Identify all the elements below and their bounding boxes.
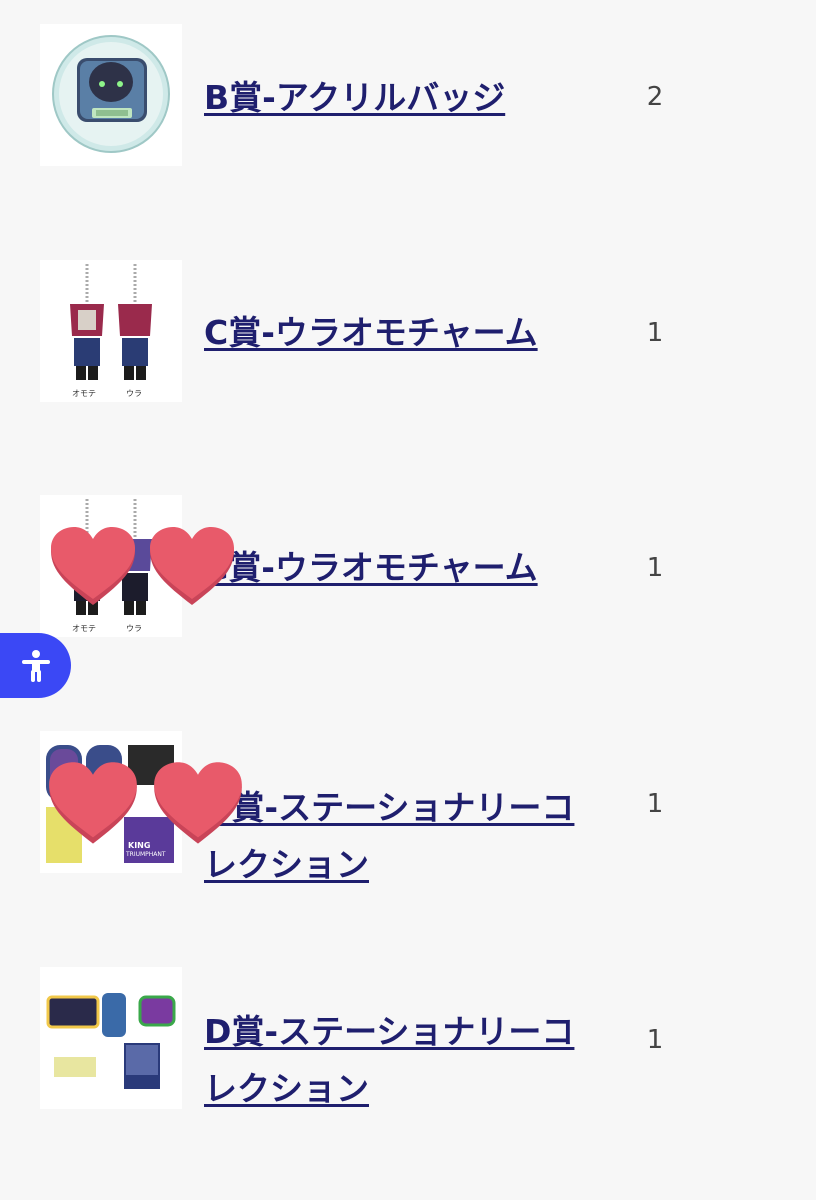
item-quantity: 2: [646, 82, 664, 112]
list-item: オモテ ウラ C賞-ウラオモチャーム 1: [0, 260, 816, 402]
item-quantity: 1: [646, 789, 664, 819]
reversible-charm-thumbnail[interactable]: オモテ ウラ: [40, 260, 182, 402]
item-quantity: 1: [646, 1025, 664, 1055]
heart-sticker-icon: [150, 527, 234, 605]
item-link[interactable]: D賞-ステーショナリーコレクション: [204, 1003, 584, 1117]
list-item: B賞-アクリルバッジ 2: [0, 24, 816, 166]
item-link[interactable]: B賞-アクリルバッジ: [204, 69, 584, 126]
item-quantity: 1: [646, 318, 664, 348]
item-quantity: 1: [646, 553, 664, 583]
item-link[interactable]: C賞-ウラオモチャーム: [204, 539, 584, 596]
heart-sticker-icon: [51, 527, 135, 605]
item-link[interactable]: C賞-ウラオモチャーム: [204, 304, 584, 361]
accessibility-button[interactable]: [0, 633, 71, 698]
list-item: D賞-ステーショナリーコレクション 1: [0, 967, 816, 1109]
heart-sticker-icon: [49, 762, 137, 844]
back-caption: ウラ: [126, 624, 142, 633]
acrylic-badge-thumbnail[interactable]: [40, 24, 182, 166]
front-caption: オモテ: [72, 389, 96, 398]
heart-sticker-icon: [154, 762, 242, 844]
stationery-collection-thumbnail[interactable]: [40, 967, 182, 1109]
back-caption: ウラ: [126, 389, 142, 398]
item-link[interactable]: D賞-ステーショナリーコレクション: [204, 779, 584, 893]
front-caption: オモテ: [72, 624, 96, 633]
accessibility-person-icon: [22, 650, 50, 682]
order-items-list: B賞-アクリルバッジ 2 オモテ ウラ C賞-ウラオモチャーム 1 オモテ ウラ…: [0, 0, 816, 1200]
thumb-text: TRIUMPHANT: [126, 851, 166, 858]
